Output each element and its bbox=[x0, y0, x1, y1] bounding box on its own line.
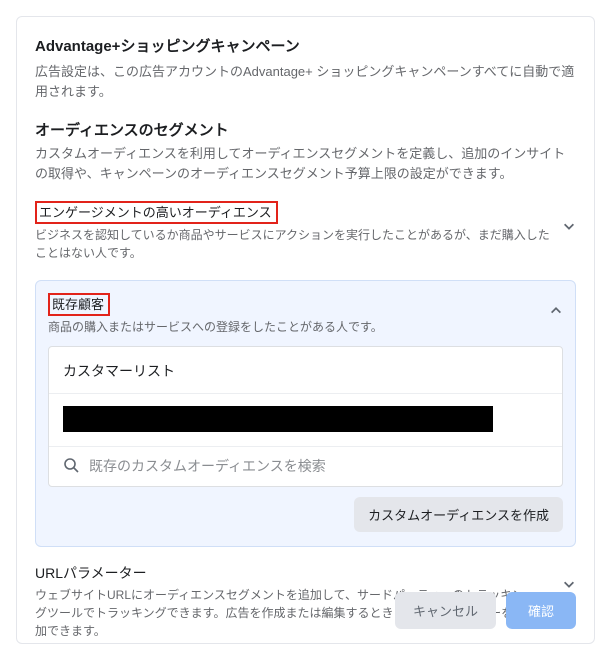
search-row bbox=[49, 446, 562, 486]
audience-segment-title: オーディエンスのセグメント bbox=[35, 119, 576, 140]
engaged-audience-section[interactable]: エンゲージメントの高いオーディエンス ビジネスを認知しているか商品やサービスにア… bbox=[35, 201, 576, 262]
customer-list-title: カスタマーリスト bbox=[49, 347, 562, 394]
search-input[interactable] bbox=[89, 458, 548, 474]
url-parameters-title: URLパラメーター bbox=[35, 563, 552, 583]
create-custom-audience-button[interactable]: カスタムオーディエンスを作成 bbox=[354, 497, 563, 532]
existing-customers-header-row[interactable]: 既存顧客 商品の購入またはサービスへの登録をしたことがある人です。 bbox=[48, 293, 563, 336]
dialog-footer: キャンセル 確認 bbox=[395, 592, 576, 629]
chevron-down-icon[interactable] bbox=[562, 219, 576, 236]
chevron-up-icon[interactable] bbox=[549, 303, 563, 320]
dialog-panel: Advantage+ショッピングキャンペーン 広告設定は、この広告アカウントのA… bbox=[16, 16, 595, 644]
page-desc: 広告設定は、この広告アカウントのAdvantage+ ショッピングキャンペーンす… bbox=[35, 62, 576, 101]
existing-customers-section: 既存顧客 商品の購入またはサービスへの登録をしたことがある人です。 カスタマーリ… bbox=[35, 280, 576, 547]
existing-customers-title: 既存顧客 bbox=[48, 293, 110, 316]
engaged-audience-desc: ビジネスを認知しているか商品やサービスにアクションを実行したことがあるが、まだ購… bbox=[35, 226, 552, 262]
engaged-audience-title: エンゲージメントの高いオーディエンス bbox=[35, 201, 278, 224]
customer-list-item-redacted bbox=[63, 406, 493, 432]
confirm-button[interactable]: 確認 bbox=[506, 592, 576, 629]
search-icon bbox=[63, 457, 79, 476]
audience-segment-desc: カスタムオーディエンスを利用してオーディエンスセグメントを定義し、追加のインサイ… bbox=[35, 144, 576, 183]
cancel-button[interactable]: キャンセル bbox=[395, 592, 496, 629]
customer-list-card: カスタマーリスト bbox=[48, 346, 563, 487]
existing-customers-desc: 商品の購入またはサービスへの登録をしたことがある人です。 bbox=[48, 318, 539, 336]
page-title: Advantage+ショッピングキャンペーン bbox=[35, 35, 576, 56]
